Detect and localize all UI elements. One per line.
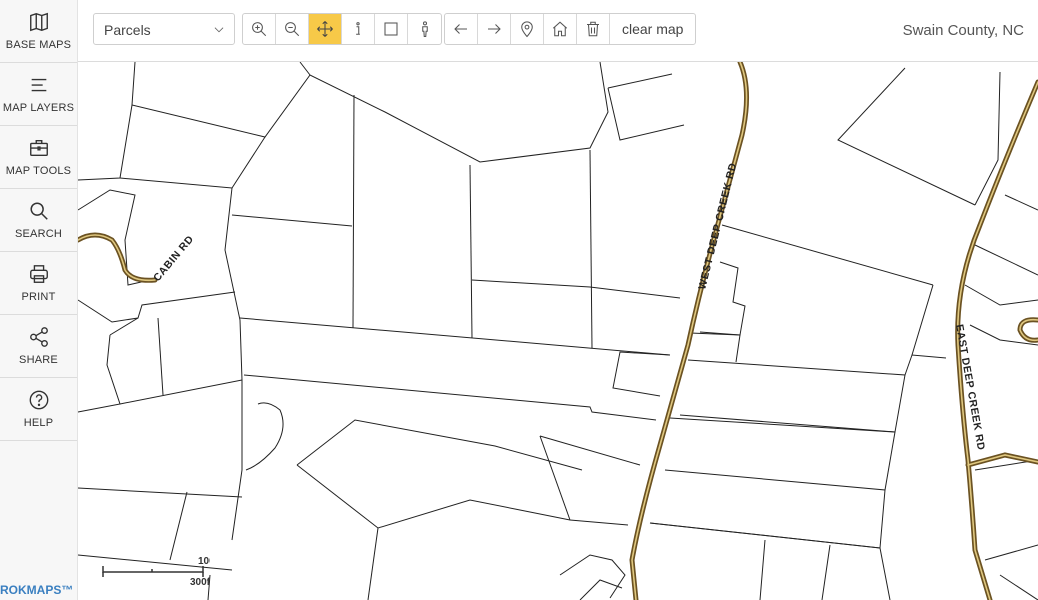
layer-select[interactable]: Parcels [93,13,235,45]
pan-icon [317,21,333,37]
top-toolbar: Parcels clear map Swain County, NC [78,0,1038,62]
arrow-left-icon [454,24,467,34]
pan-button[interactable] [309,14,342,44]
map-icon [29,12,48,32]
locate-button[interactable] [511,14,544,44]
layer-select-value: Parcels [104,22,151,38]
back-button[interactable] [445,14,478,44]
forward-button[interactable] [478,14,511,44]
zoom-out-icon [285,22,300,37]
sidebar-item-share[interactable]: SHARE [0,315,77,378]
arrow-right-icon [488,24,501,34]
layers-icon [31,78,46,92]
parcel-lines [77,61,1038,600]
sidebar-item-label: SHARE [19,354,58,366]
home-icon [552,21,568,37]
scale-bar: 100m 300ft [102,556,210,588]
select-box-icon [384,22,398,36]
map-tool-group [242,13,442,45]
street-view-button[interactable] [408,14,441,44]
road-label-east-deep-creek: EAST DEEP CREEK RD [953,323,987,451]
location-pin-icon [521,21,533,38]
info-icon [356,22,360,35]
home-button[interactable] [544,14,577,44]
sidebar-item-search[interactable]: SEARCH [0,189,77,252]
sidebar-item-map-layers[interactable]: MAP LAYERS [0,63,77,126]
help-icon [29,390,48,410]
county-label: Swain County, NC [902,22,1024,39]
sidebar-item-map-tools[interactable]: MAP TOOLS [0,126,77,189]
nav-tool-group: clear map [444,13,697,45]
sidebar-item-label: SEARCH [14,228,63,240]
share-icon [29,327,48,347]
search-icon [29,202,48,220]
brand-logo[interactable]: ROKMAPS™ [0,583,73,597]
zoom-in-icon [252,22,267,37]
sidebar-item-print[interactable]: PRINT [0,252,77,315]
road-label-cabin: CABIN RD [151,233,196,284]
scale-label-metric: 100m [198,556,210,567]
info-button[interactable] [342,14,375,44]
sidebar-item-label: MAP LAYERS [2,102,75,114]
sidebar-item-label: MAP TOOLS [5,165,72,177]
sidebar: BASE MAPS MAP LAYERS MAP TOOLS SEARCH PR… [0,0,78,600]
clear-map-button[interactable]: clear map [610,14,695,44]
chevron-down-icon [214,27,224,33]
sidebar-item-label: HELP [23,417,54,429]
scale-line [102,566,204,573]
sidebar-item-label: PRINT [21,291,56,303]
trash-icon [587,21,599,37]
road-label-west-deep-creek: WEST DEEP CREEK RD [696,161,739,290]
sidebar-item-base-maps[interactable]: BASE MAPS [0,0,77,63]
person-icon [421,21,428,38]
sidebar-item-label: BASE MAPS [5,39,72,51]
zoom-in-button[interactable] [243,14,276,44]
select-box-button[interactable] [375,14,408,44]
parcel-map[interactable]: CABIN RD WEST DEEP CREEK RD EAST DEEP CR… [0,0,1038,600]
roads [75,59,1038,600]
zoom-out-button[interactable] [276,14,309,44]
delete-button[interactable] [577,14,610,44]
sidebar-item-help[interactable]: HELP [0,378,77,441]
toolbox-icon [29,139,48,157]
scale-label-imperial: 300ft [190,577,210,588]
printer-icon [29,265,48,283]
